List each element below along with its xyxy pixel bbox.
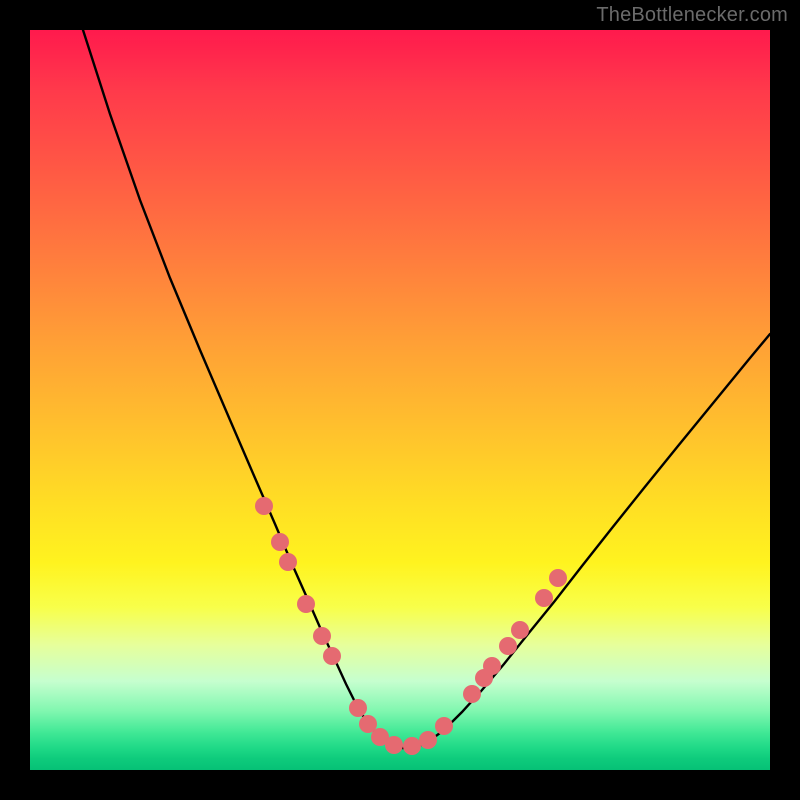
gradient-fill <box>30 30 770 770</box>
plot-area <box>30 30 770 770</box>
watermark-text: TheBottlenecker.com <box>596 4 788 27</box>
chart-frame: TheBottlenecker.com <box>0 0 800 800</box>
